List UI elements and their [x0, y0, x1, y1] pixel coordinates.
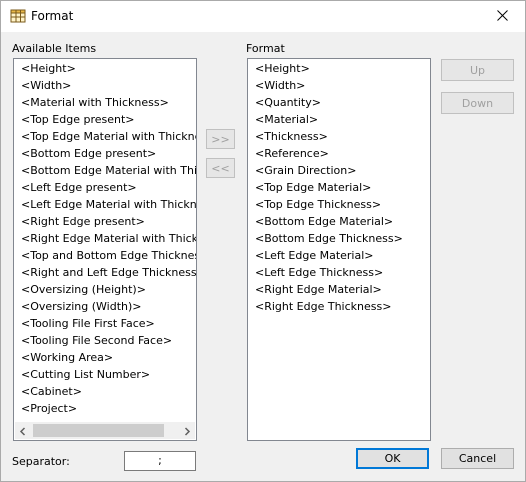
remove-button[interactable]: << — [206, 158, 235, 178]
list-item[interactable]: <Right Edge Material with Thickness> — [21, 230, 196, 247]
list-item[interactable]: <Top and Bottom Edge Thickness> — [21, 247, 196, 264]
list-item[interactable]: <Material with Thickness> — [21, 94, 169, 111]
list-item[interactable]: <Project> — [21, 400, 77, 417]
list-item[interactable]: <Thickness> — [255, 128, 328, 145]
list-item[interactable]: <Oversizing (Height)> — [21, 281, 146, 298]
list-item[interactable]: <Quantity> — [255, 94, 321, 111]
list-item[interactable]: <Left Edge Material with Thickness> — [21, 196, 196, 213]
list-item[interactable]: <Left Edge Thickness> — [255, 264, 383, 281]
cancel-button[interactable]: Cancel — [441, 448, 514, 469]
list-item[interactable]: <Top Edge Thickness> — [255, 196, 381, 213]
close-icon — [496, 9, 508, 24]
available-items-label: Available Items — [12, 42, 97, 55]
window-title: Format — [31, 9, 74, 23]
scrollbar-thumb[interactable] — [33, 424, 164, 437]
available-items-list[interactable]: <Height> <Width> <Material with Thickness>… — [13, 58, 197, 441]
format-dialog: Format Available Items Format <Height> <W… — [0, 0, 526, 482]
format-items-list[interactable]: <Height> <Width> <Quantity> <Material> <Thic… — [247, 58, 431, 441]
table-icon — [10, 8, 26, 24]
list-item[interactable]: <Width> — [255, 77, 305, 94]
scroll-right-icon[interactable] — [183, 426, 191, 439]
list-item[interactable]: <Working Area> — [21, 349, 113, 366]
list-item[interactable]: <Right Edge Material> — [255, 281, 382, 298]
add-button[interactable]: >> — [206, 129, 235, 149]
format-label: Format — [246, 42, 285, 55]
list-item[interactable]: <Height> — [21, 60, 76, 77]
separator-input[interactable]: ; — [124, 451, 196, 471]
list-item[interactable]: <Material> — [255, 111, 318, 128]
list-item[interactable]: <Oversizing (Width)> — [21, 298, 142, 315]
list-item[interactable]: <Width> — [21, 77, 71, 94]
list-item[interactable]: <Tooling File Second Face> — [21, 332, 172, 349]
list-item[interactable]: <Top Edge present> — [21, 111, 135, 128]
ok-button[interactable]: OK — [356, 448, 429, 469]
separator-label: Separator: — [12, 455, 70, 468]
horizontal-scrollbar[interactable] — [15, 422, 195, 439]
list-item[interactable]: <Bottom Edge Thickness> — [255, 230, 403, 247]
list-item[interactable]: <Grain Direction> — [255, 162, 356, 179]
move-up-button[interactable]: Up — [441, 59, 514, 81]
list-item[interactable]: <Bottom Edge Material with Thickness> — [21, 162, 196, 179]
list-item[interactable]: <Cutting List Number> — [21, 366, 150, 383]
list-item[interactable]: <Right Edge present> — [21, 213, 145, 230]
list-item[interactable]: <Cabinet> — [21, 383, 82, 400]
list-item[interactable]: <Bottom Edge Material> — [255, 213, 393, 230]
list-item[interactable]: <Height> — [255, 60, 310, 77]
title-bar: Format — [1, 1, 525, 32]
scroll-left-icon[interactable] — [19, 426, 27, 439]
list-item[interactable]: <Right Edge Thickness> — [255, 298, 391, 315]
list-item[interactable]: <Right and Left Edge Thickness> — [21, 264, 196, 281]
list-item[interactable]: <Top Edge Material with Thickness> — [21, 128, 196, 145]
list-item[interactable]: <Bottom Edge present> — [21, 145, 156, 162]
close-button[interactable] — [479, 1, 525, 32]
list-item[interactable]: <Top Edge Material> — [255, 179, 371, 196]
list-item[interactable]: <Tooling File First Face> — [21, 315, 155, 332]
list-item[interactable]: <Left Edge present> — [21, 179, 137, 196]
list-item[interactable]: <Left Edge Material> — [255, 247, 374, 264]
move-down-button[interactable]: Down — [441, 92, 514, 114]
list-item[interactable]: <Reference> — [255, 145, 329, 162]
